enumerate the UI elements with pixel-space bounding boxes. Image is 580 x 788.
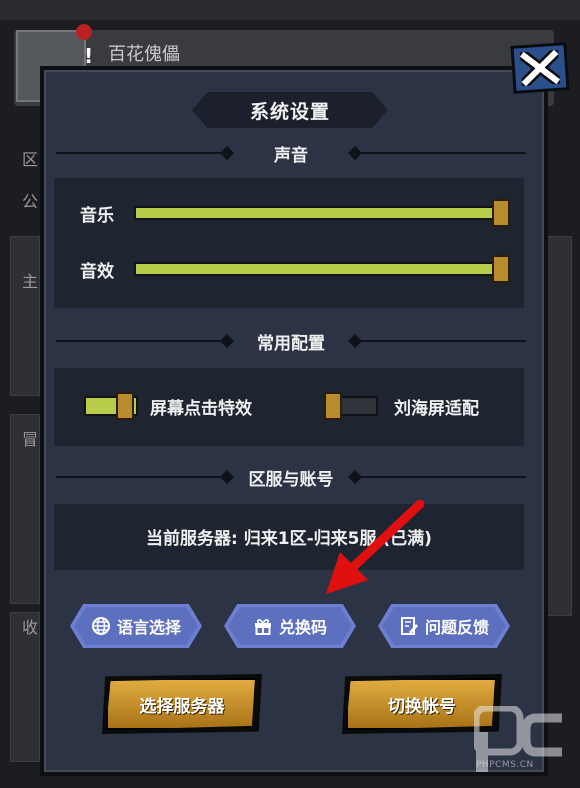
- sfx-slider[interactable]: [134, 255, 510, 283]
- background-label: 主: [22, 272, 39, 291]
- select-server-button[interactable]: 选择服务器: [102, 674, 262, 734]
- background-label: 冒: [22, 430, 39, 449]
- switch-account-label: 切换帐号: [388, 696, 456, 717]
- watermark-text: PHPCMS.CN: [476, 760, 534, 770]
- background-label: 收: [22, 618, 39, 637]
- close-button[interactable]: [510, 42, 570, 94]
- toggle-handle: [116, 392, 134, 420]
- background-label: 区: [22, 150, 39, 169]
- notch-adapt-toggle[interactable]: [324, 392, 378, 420]
- modal-title: 系统设置: [249, 100, 330, 123]
- globe-icon: [91, 617, 110, 635]
- background-top-bar: [0, 0, 580, 20]
- background-alert-badge: [76, 24, 92, 40]
- music-label: 音乐: [80, 205, 114, 226]
- sfx-slider-row: 音效: [80, 254, 510, 284]
- toggle-handle: [324, 392, 342, 420]
- section-header-common: 常用配置: [56, 330, 526, 354]
- server-info-panel: 当前服务器: 归来1区-归来5服 (已满): [54, 504, 524, 570]
- feedback-label: 问题反馈: [424, 618, 489, 637]
- modal-title-banner: 系统设置: [192, 92, 388, 128]
- sfx-slider-handle[interactable]: [492, 255, 510, 283]
- sound-panel: 音乐 音效: [54, 178, 524, 308]
- select-server-label: 选择服务器: [139, 696, 225, 717]
- music-slider-row: 音乐: [80, 198, 510, 228]
- section-header-sound: 声音: [56, 142, 526, 166]
- tap-effect-toggle[interactable]: [84, 392, 138, 420]
- section-title: 区服与账号: [248, 469, 334, 490]
- close-x-icon: [519, 49, 561, 87]
- common-config-panel: 屏幕点击特效 刘海屏适配: [54, 368, 524, 446]
- tap-effect-label: 屏幕点击特效: [150, 399, 252, 419]
- music-slider-handle[interactable]: [492, 199, 510, 227]
- section-title: 常用配置: [257, 333, 325, 354]
- language-select-label: 语言选择: [116, 618, 181, 637]
- background-player-name: 百花傀儡: [108, 44, 180, 65]
- redeem-code-label: 兑换码: [278, 618, 327, 637]
- red-arrow-annotation: [326, 500, 425, 594]
- gift-icon: [254, 619, 271, 635]
- redeem-code-button[interactable]: 兑换码: [224, 604, 356, 648]
- background-label: 公: [22, 192, 39, 211]
- sfx-slider-fill: [136, 264, 508, 274]
- music-slider-fill: [136, 208, 508, 218]
- current-server-text: 当前服务器: 归来1区-归来5服 (已满): [146, 529, 432, 549]
- background-panel: [10, 236, 40, 396]
- sfx-label: 音效: [80, 261, 114, 282]
- music-slider[interactable]: [134, 199, 510, 227]
- edit-note-icon: [400, 617, 418, 635]
- feedback-button[interactable]: 问题反馈: [378, 604, 510, 648]
- section-header-account: 区服与账号: [56, 466, 526, 490]
- background-alert-mark: !: [84, 44, 94, 68]
- notch-adapt-label: 刘海屏适配: [394, 399, 479, 419]
- language-select-button[interactable]: 语言选择: [70, 604, 202, 648]
- section-title: 声音: [274, 145, 308, 166]
